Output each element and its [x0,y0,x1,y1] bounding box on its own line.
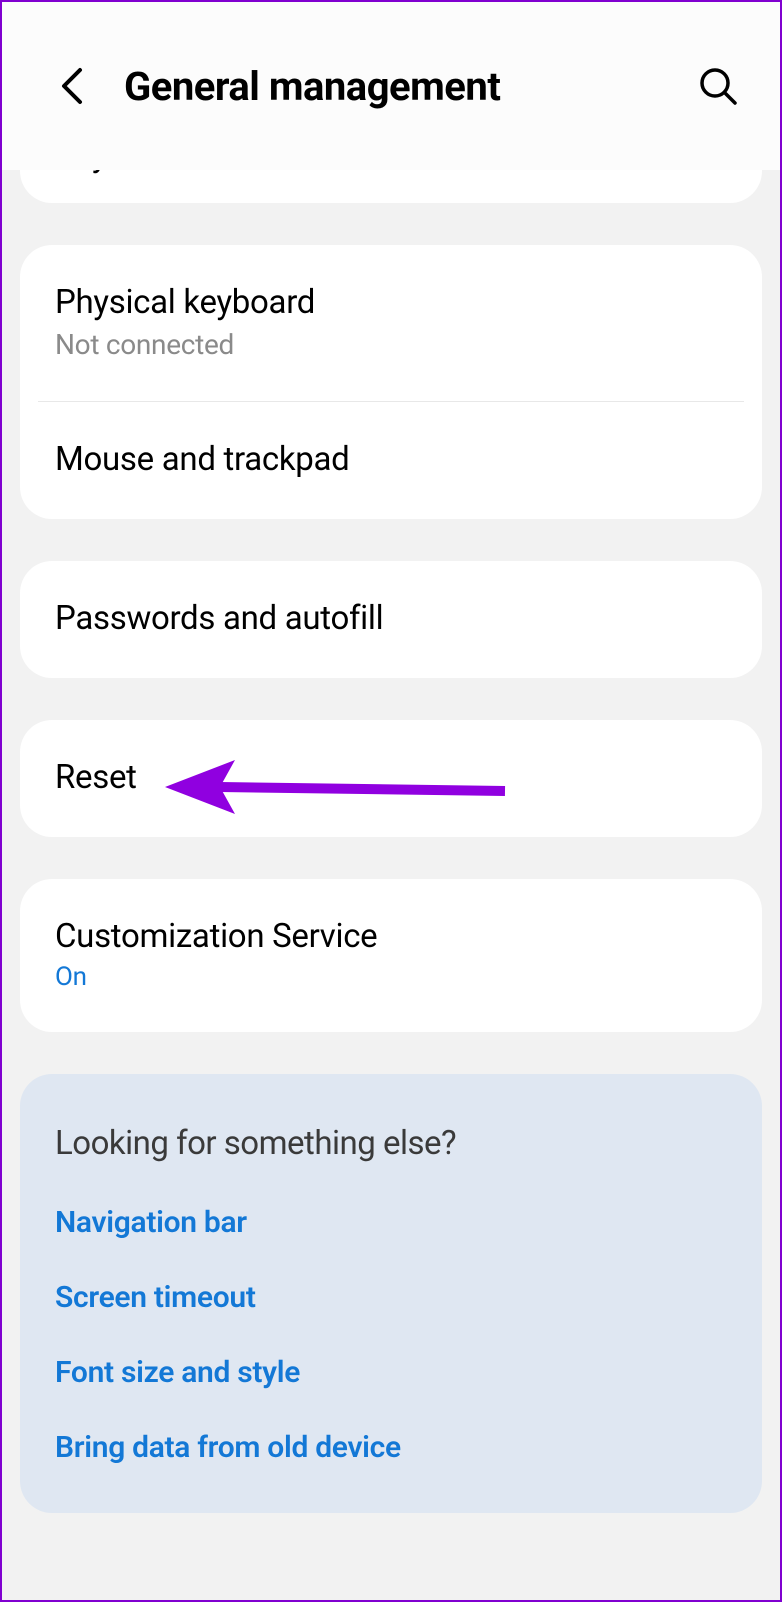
app-header: General management [2,2,780,170]
item-physical-keyboard[interactable]: Physical keyboard Not connected [20,245,762,401]
mouse-trackpad-label: Mouse and trackpad [55,440,727,479]
link-screen-timeout[interactable]: Screen timeout [55,1280,727,1315]
item-customization-service[interactable]: Customization Service On [20,879,762,1032]
customization-status: On [55,962,727,992]
link-bring-data[interactable]: Bring data from old device [55,1430,727,1465]
looking-for-card: Looking for something else? Navigation b… [20,1074,762,1513]
item-passwords-autofill[interactable]: Passwords and autofill [20,561,762,678]
group-passwords: Passwords and autofill [20,561,762,678]
physical-keyboard-status: Not connected [55,328,727,361]
reset-label: Reset [55,758,727,797]
item-reset[interactable]: Reset [20,720,762,837]
back-chevron-icon [60,66,84,106]
search-icon [698,66,738,106]
group-customization: Customization Service On [20,879,762,1032]
search-button[interactable] [696,64,740,108]
back-button[interactable] [52,66,92,106]
link-font-size[interactable]: Font size and style [55,1355,727,1390]
passwords-autofill-label: Passwords and autofill [55,599,727,638]
group-input-devices: Physical keyboard Not connected Mouse an… [20,245,762,519]
physical-keyboard-label: Physical keyboard [55,283,727,322]
customization-label: Customization Service [55,917,727,956]
looking-for-title: Looking for something else? [55,1124,727,1163]
link-navigation-bar[interactable]: Navigation bar [55,1205,727,1240]
settings-content: Keyboard list and default Physical keybo… [2,164,780,1513]
page-title: General management [124,63,696,110]
group-reset: Reset [20,720,762,837]
item-mouse-trackpad[interactable]: Mouse and trackpad [20,402,762,519]
